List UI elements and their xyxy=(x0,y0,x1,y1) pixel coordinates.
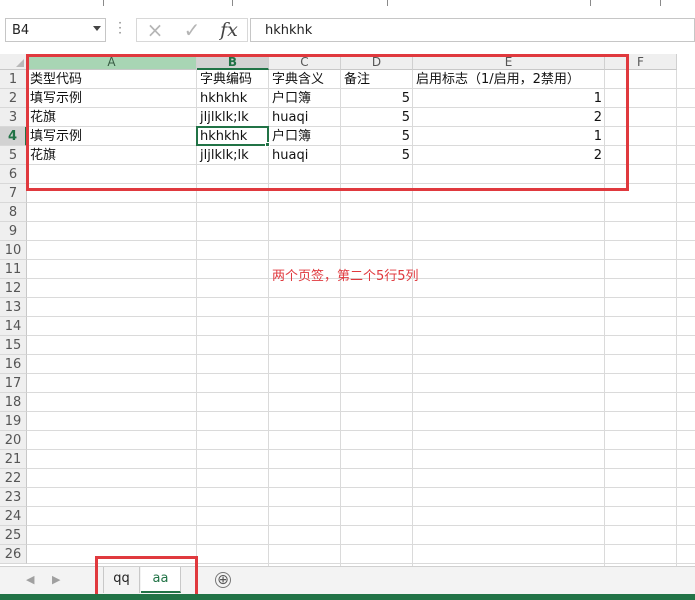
name-box-value: B4 xyxy=(12,23,30,38)
check-icon[interactable]: ✓ xyxy=(177,17,207,43)
insert-function-icon[interactable]: fx xyxy=(214,17,244,43)
row-header-10[interactable]: 10 xyxy=(0,241,27,260)
row-header-2[interactable]: 2 xyxy=(0,89,27,108)
chevron-down-icon[interactable] xyxy=(93,26,101,31)
ribbon-divider xyxy=(103,0,104,6)
row-header-15[interactable]: 15 xyxy=(0,336,27,355)
tab-scroll-right-icon[interactable]: ▶ xyxy=(52,573,60,586)
name-box[interactable]: B4 xyxy=(5,18,106,42)
row-header-5[interactable]: 5 xyxy=(0,146,27,165)
row-header-1[interactable]: 1 xyxy=(0,70,27,89)
row-header-22[interactable]: 22 xyxy=(0,469,27,488)
row-header-3[interactable]: 3 xyxy=(0,108,27,127)
grid-line xyxy=(27,411,695,412)
row-header-4[interactable]: 4 xyxy=(0,127,27,146)
row-header-25[interactable]: 25 xyxy=(0,526,27,545)
grid-line xyxy=(27,392,695,393)
cancel-icon[interactable]: × xyxy=(140,17,170,43)
grid-line xyxy=(27,525,695,526)
row-header-26[interactable]: 26 xyxy=(0,545,27,564)
tab-scroll-left-icon[interactable]: ◀ xyxy=(26,573,34,586)
row-header-6[interactable]: 6 xyxy=(0,165,27,184)
row-header-24[interactable]: 24 xyxy=(0,507,27,526)
row-header-17[interactable]: 17 xyxy=(0,374,27,393)
ribbon-remnant xyxy=(0,0,695,8)
row-header-14[interactable]: 14 xyxy=(0,317,27,336)
grid-line xyxy=(27,240,695,241)
grid-line xyxy=(27,221,695,222)
row-header-7[interactable]: 7 xyxy=(0,184,27,203)
grid-line xyxy=(27,487,695,488)
grid-line xyxy=(27,506,695,507)
row-header-13[interactable]: 13 xyxy=(0,298,27,317)
row-header-19[interactable]: 19 xyxy=(0,412,27,431)
row-header-20[interactable]: 20 xyxy=(0,431,27,450)
ribbon-divider xyxy=(660,0,661,6)
ribbon-divider xyxy=(590,0,591,6)
ribbon-divider xyxy=(232,0,233,6)
ribbon-divider xyxy=(387,0,388,6)
grid-line xyxy=(27,316,695,317)
grid-line xyxy=(27,449,695,450)
row-header-11[interactable]: 11 xyxy=(0,260,27,279)
status-bar xyxy=(0,594,695,600)
add-sheet-icon[interactable]: ⊕ xyxy=(215,572,231,588)
spreadsheet-grid[interactable]: A B C D E F 1 2 3 4 5 6 7 8 9 10 11 12 13 14 15 16 17 18 19 20 21 2… xyxy=(0,54,695,566)
row-header-12[interactable]: 12 xyxy=(0,279,27,298)
select-all-corner[interactable] xyxy=(0,54,27,70)
row-header-21[interactable]: 21 xyxy=(0,450,27,469)
grid-line xyxy=(27,202,695,203)
row-header-18[interactable]: 18 xyxy=(0,393,27,412)
formula-input[interactable]: hkhkhk xyxy=(250,18,695,42)
annotation-text: 两个页签，第二个5行5列 xyxy=(272,269,419,284)
data-highlight-box xyxy=(26,54,629,191)
formula-bar: B4 · · · × ✓ fx hkhkhk xyxy=(0,14,695,44)
grid-line xyxy=(27,373,695,374)
row-header-8[interactable]: 8 xyxy=(0,203,27,222)
grid-line xyxy=(27,259,695,260)
row-header-23[interactable]: 23 xyxy=(0,488,27,507)
grid-line xyxy=(27,335,695,336)
more-dots-icon[interactable]: · · · xyxy=(118,17,122,39)
grid-line xyxy=(27,297,695,298)
grid-line xyxy=(27,430,695,431)
grid-line xyxy=(27,544,695,545)
grid-line xyxy=(27,354,695,355)
grid-line xyxy=(27,468,695,469)
row-header-16[interactable]: 16 xyxy=(0,355,27,374)
formula-text: hkhkhk xyxy=(265,23,313,38)
row-header-9[interactable]: 9 xyxy=(0,222,27,241)
